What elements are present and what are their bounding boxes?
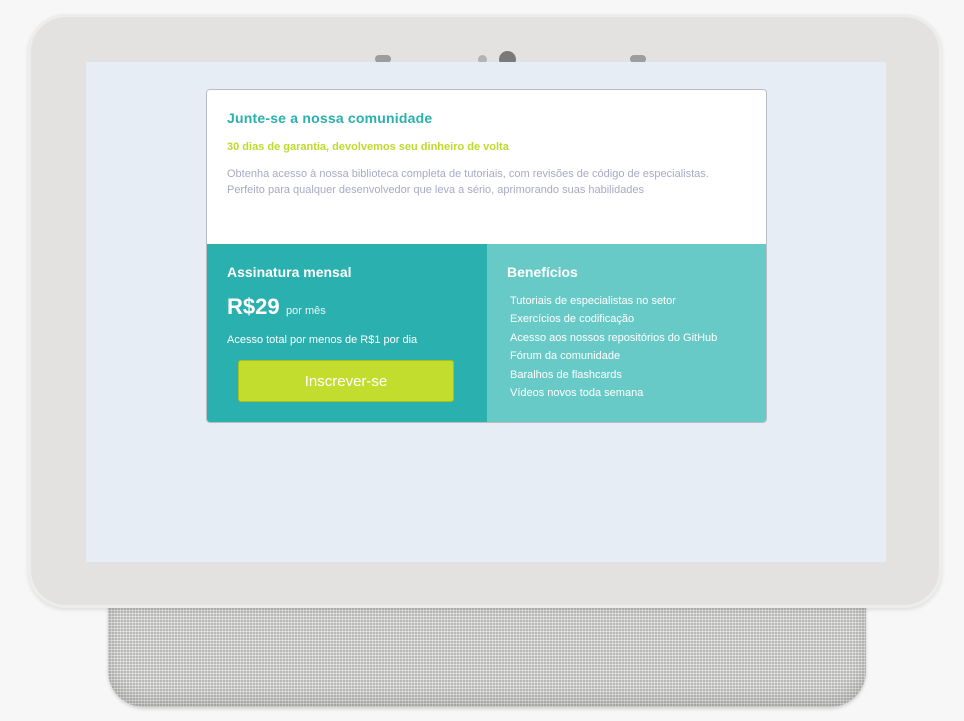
benefit-item: Vídeos novos toda semana xyxy=(510,387,644,400)
benefits-heading: Benefícios xyxy=(507,264,578,280)
benefits-list: Tutoriais de especialistas no setor Exer… xyxy=(510,292,717,402)
fabric-speaker-base xyxy=(108,595,866,707)
price-amount: R$29 xyxy=(227,294,280,319)
subscription-heading: Assinatura mensal xyxy=(227,264,352,280)
price-note: Acesso total por menos de R$1 por dia xyxy=(227,334,418,346)
benefits-panel: Benefícios Tutoriais de especialistas no… xyxy=(487,244,766,422)
card-title: Junte-se a nossa comunidade xyxy=(227,110,433,126)
benefit-item: Acesso aos nossos repositórios do GitHub xyxy=(510,331,718,344)
benefit-item: Baralhos de flashcards xyxy=(510,368,622,381)
benefit-item: Tutoriais de especialistas no setor xyxy=(510,295,676,307)
guarantee-text: 30 dias de garantia, devolvemos seu dinh… xyxy=(227,141,509,153)
subscription-panel: Assinatura mensal R$29 por mês Acesso to… xyxy=(207,244,487,422)
benefit-item: Fórum da comunidade xyxy=(510,350,621,363)
subscribe-button-label: Inscrever-se xyxy=(304,372,388,390)
device-screen: Junte-se a nossa comunidade 30 dias de g… xyxy=(86,62,886,562)
benefit-item: Exercícios de codificação xyxy=(510,313,635,326)
card-header-section: Junte-se a nossa comunidade 30 dias de g… xyxy=(207,90,766,244)
card-description: Obtenha acesso à nossa biblioteca comple… xyxy=(227,168,709,196)
subscribe-button[interactable]: Inscrever-se xyxy=(238,360,454,402)
price-row: R$29 por mês xyxy=(227,294,326,320)
price-unit: por mês xyxy=(286,305,326,317)
pricing-card: Junte-se a nossa comunidade 30 dias de g… xyxy=(206,89,767,423)
device-mockup: Junte-se a nossa comunidade 30 dias de g… xyxy=(0,0,964,721)
